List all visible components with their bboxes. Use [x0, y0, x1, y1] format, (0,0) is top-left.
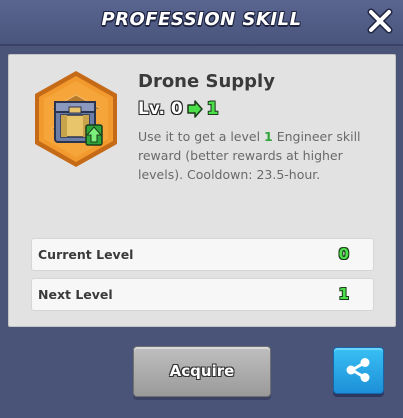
description-text-start: Use it to get a level	[138, 129, 265, 144]
next-level-value: 1	[338, 285, 349, 303]
skill-icon-frame	[31, 69, 121, 169]
share-button[interactable]	[333, 347, 384, 394]
current-level-row: Current Level 0	[31, 238, 374, 271]
dialog-title: PROFESSION SKILL	[101, 9, 302, 30]
acquire-button[interactable]: Acquire	[133, 346, 271, 397]
next-level-row: Next Level 1	[31, 278, 374, 311]
skill-panel: Drone Supply Lv. 0 1 Use it to get a lev…	[8, 54, 396, 327]
supply-crate-icon	[35, 71, 117, 167]
skill-name: Drone Supply	[138, 71, 275, 92]
current-level-value: 0	[338, 245, 349, 263]
next-level-text: 1	[206, 99, 219, 119]
dialog-header: PROFESSION SKILL	[0, 0, 403, 46]
arrow-right-icon	[186, 100, 203, 118]
current-level-text: Lv. 0	[138, 99, 183, 119]
next-level-label: Next Level	[38, 287, 113, 302]
close-icon	[367, 8, 393, 34]
current-level-label: Current Level	[38, 247, 134, 262]
description-highlight-level: 1	[264, 129, 273, 144]
share-icon	[346, 358, 370, 382]
skill-level-line: Lv. 0 1	[138, 97, 219, 121]
close-button[interactable]	[367, 8, 393, 34]
skill-description: Use it to get a level 1 Engineer skill r…	[138, 127, 388, 184]
acquire-button-label: Acquire	[169, 362, 235, 380]
